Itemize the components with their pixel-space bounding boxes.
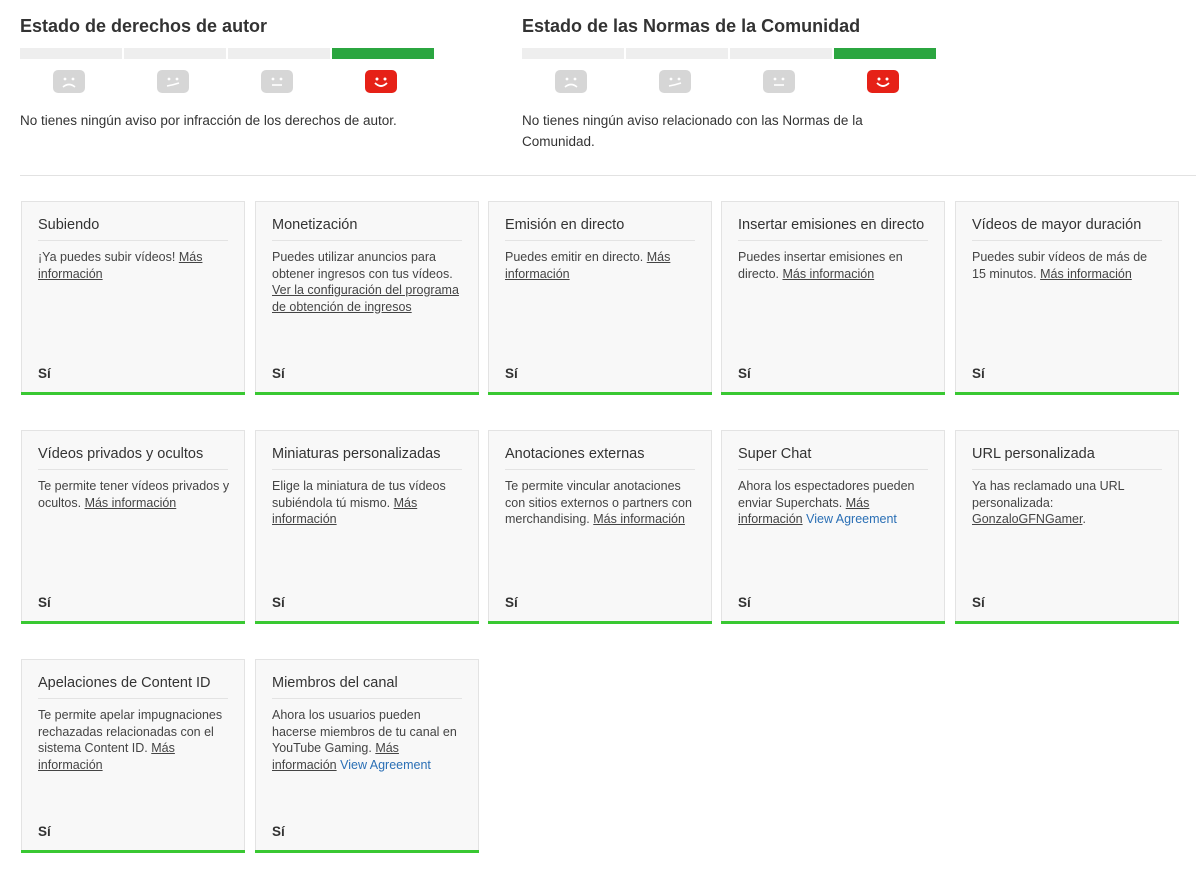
feature-status-value: Sí xyxy=(738,595,751,610)
feature-card: Super Chat Ahora los espectadores pueden … xyxy=(721,430,945,624)
sad-face-icon xyxy=(555,70,587,93)
feature-status-value: Sí xyxy=(972,366,985,381)
feature-card-description: Puedes insertar emisiones en directo. Má… xyxy=(738,250,903,281)
feature-card-title: Emisión en directo xyxy=(505,217,695,241)
feature-card-title: Super Chat xyxy=(738,446,928,470)
strike-bar-segment-active xyxy=(332,48,434,59)
feature-card-description: Puedes emitir en directo. Más informació… xyxy=(505,250,671,281)
feature-card-title: URL personalizada xyxy=(972,446,1162,470)
more-info-link[interactable]: GonzaloGFNGamer xyxy=(972,512,1082,526)
feature-card: Emisión en directo Puedes emitir en direc… xyxy=(488,201,712,395)
community-status-message: No tienes ningún aviso relacionado con l… xyxy=(522,113,863,149)
feature-status-value: Sí xyxy=(38,824,51,839)
more-info-link[interactable]: Más información xyxy=(38,250,202,281)
copyright-status-title: Estado de derechos de autor xyxy=(20,16,268,36)
feature-card-title: Apelaciones de Content ID xyxy=(38,675,228,699)
uneasy-face-icon xyxy=(157,70,189,93)
feature-card-title: Vídeos de mayor duración xyxy=(972,217,1162,241)
feature-card-title: Vídeos privados y ocultos xyxy=(38,446,228,470)
feature-card-title: Miembros del canal xyxy=(272,675,462,699)
feature-status-value: Sí xyxy=(272,595,285,610)
feature-card-title: Insertar emisiones en directo xyxy=(738,217,928,241)
feature-status-value: Sí xyxy=(505,366,518,381)
view-agreement-link[interactable]: View Agreement xyxy=(806,512,897,526)
feature-card-description: Ahora los espectadores pueden enviar Sup… xyxy=(738,479,915,526)
more-info-link[interactable]: Más información xyxy=(272,496,417,527)
feature-card: Vídeos de mayor duración Puedes subir víd… xyxy=(955,201,1179,395)
strike-bar-segment xyxy=(522,48,624,59)
feature-status-value: Sí xyxy=(38,595,51,610)
more-info-link[interactable]: Más información xyxy=(85,496,177,510)
feature-card: Vídeos privados y ocultos Te permite tene… xyxy=(21,430,245,624)
more-info-link[interactable]: Más información xyxy=(1040,267,1132,281)
feature-card-description: Puedes subir vídeos de más de 15 minutos… xyxy=(972,250,1148,281)
feature-card-description: Puedes utilizar anuncios para obtener in… xyxy=(272,250,459,314)
strike-bar-segment xyxy=(626,48,728,59)
community-status-title: Estado de las Normas de la Comunidad xyxy=(522,16,861,36)
happy-face-icon xyxy=(867,70,899,93)
more-info-link[interactable]: Más información xyxy=(782,267,874,281)
strike-bar-segment-active xyxy=(834,48,936,59)
feature-status-value: Sí xyxy=(738,366,751,381)
uneasy-face-icon xyxy=(659,70,691,93)
copyright-face-row xyxy=(20,59,436,97)
community-face-row xyxy=(522,59,938,97)
feature-card: Miembros del canal Ahora los usuarios pue… xyxy=(255,659,479,853)
happy-face-icon xyxy=(365,70,397,93)
feature-card: Miniaturas personalizadas Elige la miniat… xyxy=(255,430,479,624)
feature-card-title: Monetización xyxy=(272,217,462,241)
sad-face-icon xyxy=(53,70,85,93)
more-info-link[interactable]: Más información xyxy=(38,741,175,772)
more-info-link[interactable]: Ver la configuración del programa de obt… xyxy=(272,283,459,314)
feature-card-title: Anotaciones externas xyxy=(505,446,695,470)
neutral-face-icon xyxy=(763,70,795,93)
feature-card-title: Miniaturas personalizadas xyxy=(272,446,462,470)
feature-card: URL personalizada Ya has reclamado una UR… xyxy=(955,430,1179,624)
neutral-face-icon xyxy=(261,70,293,93)
feature-card-title: Subiendo xyxy=(38,217,228,241)
feature-card-description: Te permite apelar impugnaciones rechazad… xyxy=(38,708,223,772)
more-info-link[interactable]: Más información xyxy=(505,250,670,281)
strike-bar-segment xyxy=(20,48,122,59)
feature-status-value: Sí xyxy=(38,366,51,381)
feature-card: Monetización Puedes utilizar anuncios par… xyxy=(255,201,479,395)
feature-card-description: Ya has reclamado una URL personalizada: … xyxy=(972,479,1125,526)
feature-card-description: Ahora los usuarios pueden hacerse miembr… xyxy=(272,708,457,772)
strike-bar-segment xyxy=(228,48,330,59)
feature-card-description: Elige la miniatura de tus vídeos subiénd… xyxy=(272,479,446,527)
section-divider xyxy=(20,175,1196,176)
feature-card: Anotaciones externas Te permite vincular … xyxy=(488,430,712,624)
community-status-section: Estado de las Normas de la Comunidad No … xyxy=(522,14,938,152)
feature-status-value: Sí xyxy=(972,595,985,610)
feature-card: Insertar emisiones en directo Puedes inse… xyxy=(721,201,945,395)
feature-status-value: Sí xyxy=(272,366,285,381)
community-strike-bar xyxy=(522,48,938,59)
strike-bar-segment xyxy=(124,48,226,59)
feature-status-value: Sí xyxy=(505,595,518,610)
feature-card: Apelaciones de Content ID Te permite apel… xyxy=(21,659,245,853)
feature-status-value: Sí xyxy=(272,824,285,839)
copyright-status-section: Estado de derechos de autor No tienes ni… xyxy=(20,14,436,131)
feature-card-description: ¡Ya puedes subir vídeos! Más información xyxy=(38,250,203,281)
feature-card: Subiendo ¡Ya puedes subir vídeos! Más inf… xyxy=(21,201,245,395)
view-agreement-link[interactable]: View Agreement xyxy=(340,758,431,772)
copyright-strike-bar xyxy=(20,48,436,59)
copyright-status-message: No tienes ningún aviso por infracción de… xyxy=(20,113,397,128)
feature-card-description: Te permite vincular anotaciones con siti… xyxy=(505,479,692,526)
strike-bar-segment xyxy=(730,48,832,59)
feature-card-description: Te permite tener vídeos privados y ocult… xyxy=(38,479,230,510)
more-info-link[interactable]: Más información xyxy=(593,512,685,526)
